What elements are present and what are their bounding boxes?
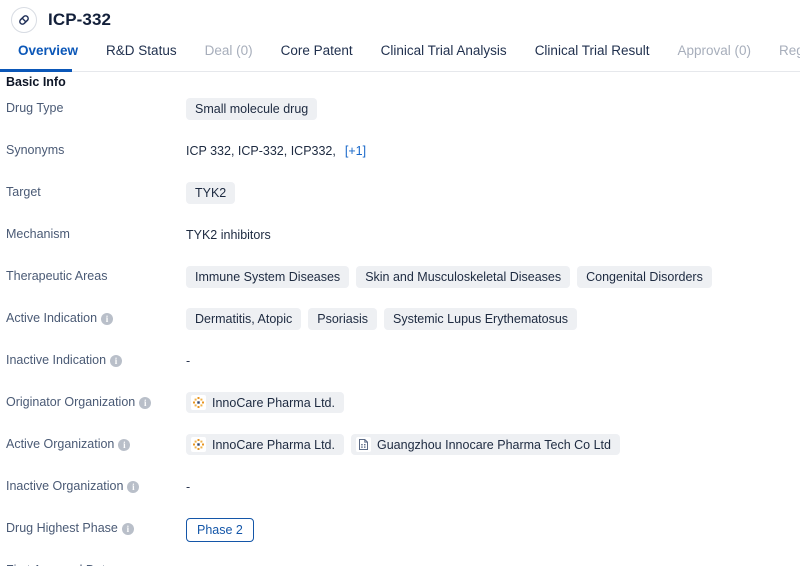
row-label-inactive-indication: Inactive Indication i <box>0 349 186 367</box>
chip[interactable]: Psoriasis <box>308 308 377 330</box>
info-icon[interactable]: i <box>101 313 114 325</box>
row-label-originator-organization: Originator Organization i <box>0 391 186 409</box>
organization-name: InnoCare Pharma Ltd. <box>212 437 335 452</box>
info-row-inactive-indication: Inactive Indication i - <box>0 349 800 391</box>
info-row-active-organization: Active Organization i InnoCare Pharma Ltd.… <box>0 433 800 475</box>
row-value-first-approval-date: - <box>186 559 800 566</box>
tab-deal[interactable]: Deal (0) <box>191 40 267 67</box>
row-label-target: Target <box>0 181 186 199</box>
row-label-therapeutic-areas: Therapeutic Areas <box>0 265 186 283</box>
label-text: Drug Type <box>6 101 64 115</box>
page-header: ICP-332 <box>0 0 800 40</box>
tab-regulation[interactable]: Regulation (0) <box>765 40 800 67</box>
chip[interactable]: Small molecule drug <box>186 98 318 120</box>
row-value-target: TYK2 <box>186 181 800 204</box>
info-icon[interactable]: i <box>139 397 152 409</box>
chip[interactable]: Systemic Lupus Erythematosus <box>383 308 578 330</box>
building-icon <box>356 437 371 452</box>
info-row-first-approval-date: First Approval Date- <box>0 559 800 566</box>
synonyms-more-link[interactable]: [+1] <box>345 144 366 158</box>
row-value-synonyms: ICP 332, ICP-332, ICP332, [+1] <box>186 139 800 161</box>
synonyms-text: ICP 332, ICP-332, ICP332, <box>186 143 336 158</box>
info-row-inactive-organization: Inactive Organization i - <box>0 475 800 517</box>
tab-bar: Overview R&D Status Deal (0) Core Patent… <box>0 40 800 72</box>
tab-core-patent[interactable]: Core Patent <box>267 40 367 67</box>
chip[interactable]: Skin and Musculoskeletal Diseases <box>356 266 571 288</box>
organization-name: InnoCare Pharma Ltd. <box>212 395 335 410</box>
info-icon[interactable]: i <box>110 355 123 367</box>
chip[interactable]: Immune System Diseases <box>186 266 350 288</box>
info-row-drug-type: Drug Type Small molecule drug <box>0 97 800 139</box>
label-text: Active Organization <box>6 437 115 451</box>
info-icon[interactable]: i <box>121 523 134 535</box>
row-label-drug-type: Drug Type <box>0 97 186 115</box>
empty-value: - <box>186 562 190 566</box>
label-text: Therapeutic Areas <box>6 269 108 283</box>
row-value-drug-type: Small molecule drug <box>186 97 800 120</box>
label-text: Synonyms <box>6 143 65 157</box>
innocare-logo-icon <box>191 437 206 452</box>
active-tab-indicator <box>0 69 72 72</box>
label-text: Inactive Organization <box>6 479 124 493</box>
organization-chip[interactable]: InnoCare Pharma Ltd. <box>186 434 344 455</box>
pill-capsule-icon <box>11 7 37 33</box>
row-value-originator-organization: InnoCare Pharma Ltd. <box>186 391 800 413</box>
organization-chip[interactable]: InnoCare Pharma Ltd. <box>186 392 344 413</box>
row-label-first-approval-date: First Approval Date <box>0 559 186 566</box>
tab-rd-status[interactable]: R&D Status <box>92 40 191 67</box>
info-icon[interactable]: i <box>118 439 131 451</box>
row-label-inactive-organization: Inactive Organization i <box>0 475 186 493</box>
section-title-basic-info: Basic Info <box>6 75 66 89</box>
tab-overview[interactable]: Overview <box>4 40 92 67</box>
row-value-mechanism: TYK2 inhibitors <box>186 223 800 245</box>
label-text: Mechanism <box>6 227 70 241</box>
chip[interactable]: Dermatitis, Atopic <box>186 308 302 330</box>
row-value-active-indication: Dermatitis, Atopic Psoriasis Systemic Lupu… <box>186 307 800 330</box>
info-row-synonyms: Synonyms ICP 332, ICP-332, ICP332, [+1] <box>0 139 800 181</box>
row-value-active-organization: InnoCare Pharma Ltd. Guangzhou Innocare P… <box>186 433 800 455</box>
tab-clinical-trial-result[interactable]: Clinical Trial Result <box>521 40 664 67</box>
row-value-inactive-organization: - <box>186 475 800 497</box>
empty-value: - <box>186 353 191 368</box>
label-text: Active Indication <box>6 311 98 325</box>
tab-clinical-trial-analysis[interactable]: Clinical Trial Analysis <box>367 40 521 67</box>
info-row-drug-highest-phase: Drug Highest Phase i Phase 2 <box>0 517 800 559</box>
empty-value: - <box>186 479 191 494</box>
info-icon[interactable]: i <box>127 481 140 493</box>
row-label-active-organization: Active Organization i <box>0 433 186 451</box>
row-value-drug-highest-phase: Phase 2 <box>186 517 800 542</box>
row-label-active-indication: Active Indication i <box>0 307 186 325</box>
info-row-originator-organization: Originator Organization i InnoCare Pharma … <box>0 391 800 433</box>
info-row-active-indication: Active Indication i Dermatitis, Atopic Psor… <box>0 307 800 349</box>
drug-phase-badge[interactable]: Phase 2 <box>186 518 254 542</box>
row-label-mechanism: Mechanism <box>0 223 186 241</box>
chip[interactable]: TYK2 <box>186 182 236 204</box>
info-row-target: Target TYK2 <box>0 181 800 223</box>
chip[interactable]: Congenital Disorders <box>577 266 712 288</box>
row-label-synonyms: Synonyms <box>0 139 186 157</box>
info-row-therapeutic-areas: Therapeutic Areas Immune System Diseases S… <box>0 265 800 307</box>
row-value-inactive-indication: - <box>186 349 800 371</box>
label-text: Target <box>6 185 41 199</box>
organization-chip[interactable]: Guangzhou Innocare Pharma Tech Co Ltd <box>351 434 620 455</box>
label-text: Originator Organization <box>6 395 136 409</box>
value-text: TYK2 inhibitors <box>186 227 271 242</box>
label-text: Inactive Indication <box>6 353 107 367</box>
basic-info-rows: Drug Type Small molecule drug Synonyms ICP … <box>0 89 800 566</box>
row-value-therapeutic-areas: Immune System Diseases Skin and Musculosk… <box>186 265 800 288</box>
row-label-drug-highest-phase: Drug Highest Phase i <box>0 517 186 535</box>
label-text: Drug Highest Phase <box>6 521 118 535</box>
page-title: ICP-332 <box>48 10 112 29</box>
innocare-logo-icon <box>191 395 206 410</box>
info-row-mechanism: Mechanism TYK2 inhibitors <box>0 223 800 265</box>
tab-approval[interactable]: Approval (0) <box>663 40 765 67</box>
organization-name: Guangzhou Innocare Pharma Tech Co Ltd <box>377 437 611 452</box>
drug-detail-page: ICP-332 Overview R&D Status Deal (0) Cor… <box>0 0 800 566</box>
